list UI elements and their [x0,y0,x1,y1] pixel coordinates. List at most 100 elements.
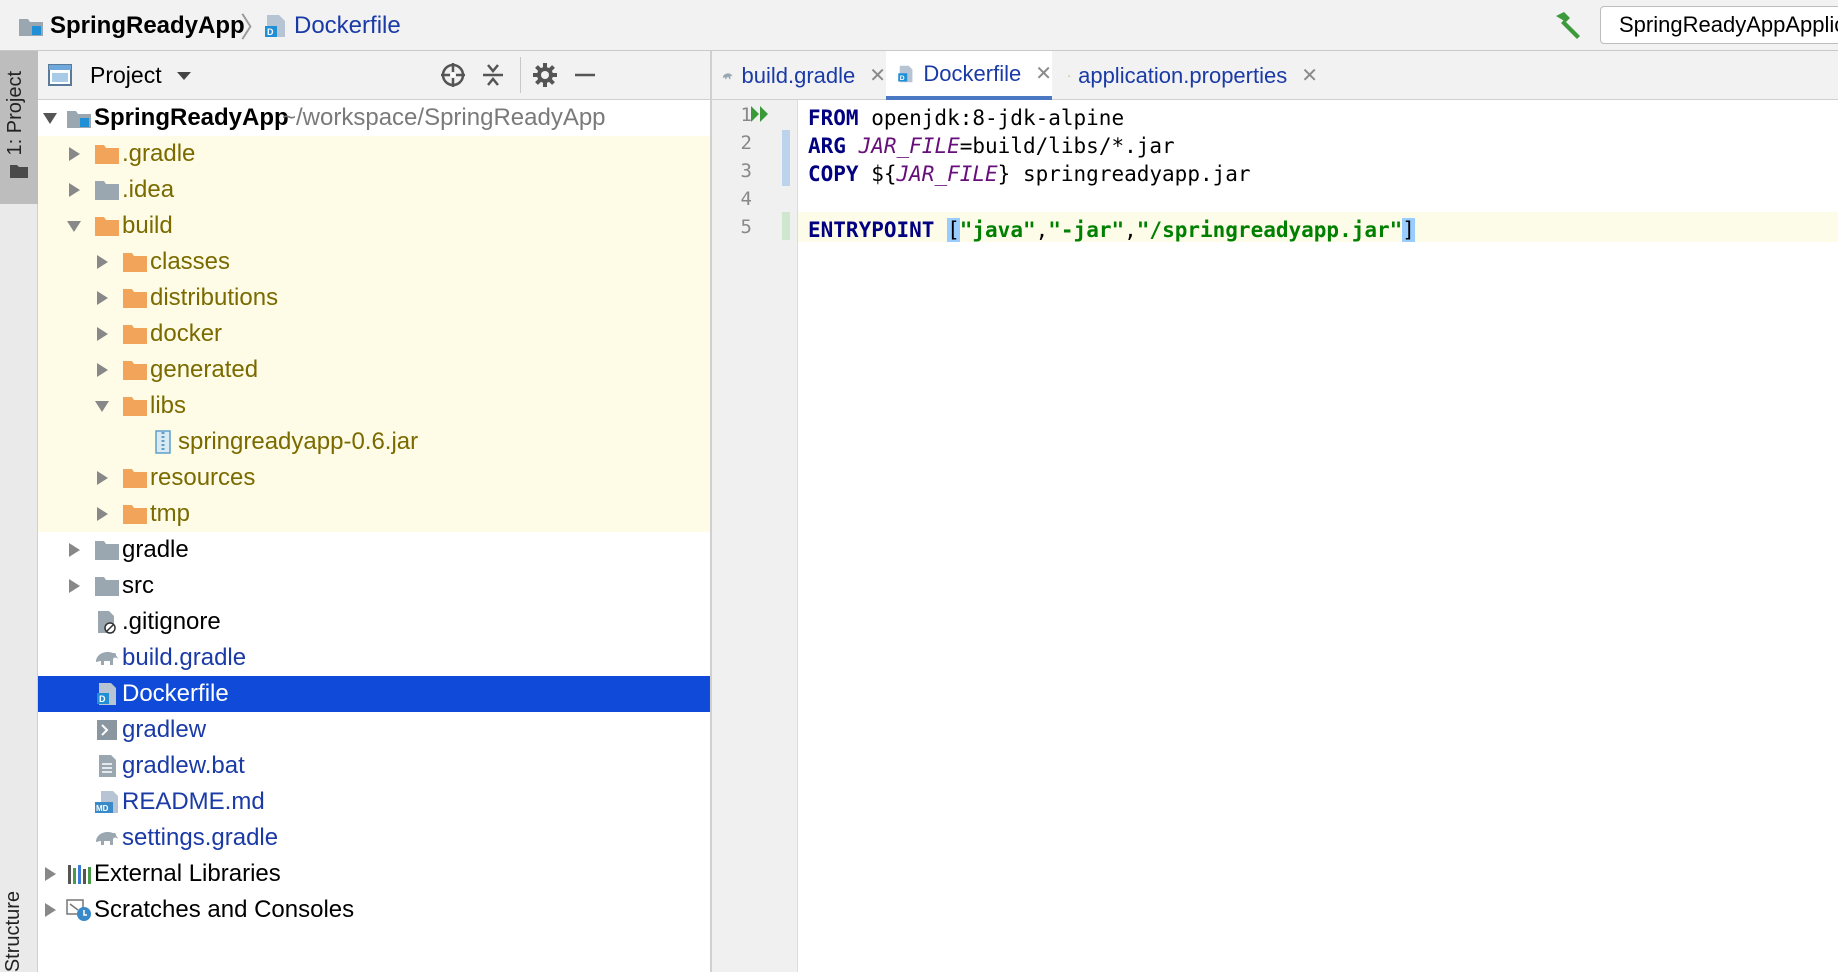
target-icon[interactable] [440,62,466,88]
root-path: ~/workspace/SpringReadyApp [282,104,606,131]
tree-row-classes[interactable]: classes [38,244,710,280]
line-number: 2 [740,132,752,154]
tree-item-label: src [122,572,154,599]
tab-application-properties[interactable]: application.properties ✕ [1058,51,1318,100]
breadcrumb-file[interactable]: D Dockerfile [264,0,401,51]
line-number: 3 [740,160,752,182]
svg-text:MD: MD [96,804,109,813]
keyword: FROM [808,106,859,130]
library-icon [68,865,91,884]
tree-row-build-gradle[interactable]: build.gradle [38,640,710,676]
project-view-selector[interactable]: Project [90,51,192,100]
tree-row-gradle-dir[interactable]: .gradle [38,136,710,172]
build-hammer-icon[interactable] [1550,10,1586,42]
project-tool-window-tab[interactable]: 1: Project [0,51,38,204]
tree-row-src[interactable]: src [38,568,710,604]
structure-tab-label[interactable]: Structure [2,891,25,972]
excluded-folder-icon [123,469,147,488]
code-text: , [1124,218,1137,242]
minimize-icon[interactable] [572,62,598,88]
editor-gutter: 1 2 3 4 5 [712,100,798,972]
bracket-close: ] [1402,218,1415,242]
gradle-elephant-icon [96,832,118,845]
dockerfile-icon: D [97,683,116,705]
tree-item-label: settings.gradle [122,824,279,851]
tree-item-label: gradle [122,536,189,563]
tab-label: build.gradle [741,62,856,88]
folder-icon [95,181,119,200]
excluded-folder-icon [123,289,147,308]
collapsed-arrow-icon [69,579,80,593]
tree-item-label: tmp [150,500,191,527]
gear-icon[interactable] [532,62,558,88]
project-panel-title: Project [90,62,162,88]
chevron-down-icon [176,71,191,80]
shell-script-icon [97,720,117,740]
tree-row-generated[interactable]: generated [38,352,710,388]
tree-item-label: gradlew.bat [122,752,245,779]
tree-item-label: Dockerfile [122,680,229,707]
collapsed-arrow-icon [97,507,108,521]
tab-close-icon[interactable]: ✕ [1035,61,1052,86]
excluded-folder-icon [95,217,119,236]
svg-text:D: D [900,74,905,81]
tree-item-label: resources [150,464,256,491]
tree-row-dockerfile[interactable]: D Dockerfile [38,676,710,712]
markdown-icon: MD [95,791,118,813]
code-editor[interactable]: FROM openjdk:8-jdk-alpine ARG JAR_FILE =b… [798,100,1838,972]
tree-row-tmp[interactable]: tmp [38,496,710,532]
collapse-icon[interactable] [480,62,506,88]
tree-item-label: build.gradle [122,644,247,671]
breadcrumb-project[interactable]: SpringReadyApp [18,0,245,51]
variable: JAR_FILE [896,162,998,186]
run-gutter-icon[interactable] [750,105,770,123]
tree-row-scratches[interactable]: Scratches and Consoles [38,892,710,928]
tab-dockerfile[interactable]: D Dockerfile ✕ [886,51,1052,100]
tree-item-label: distributions [150,284,279,311]
excluded-folder-icon [123,361,147,380]
tree-item-label: README.md [122,788,265,815]
svg-text:D: D [267,27,274,37]
left-tool-stripe: 1: Project Structure [0,51,38,972]
editor-tabs: build.gradle ✕ D Dockerfile ✕ applicatio… [712,51,1838,100]
tree-row-build[interactable]: build [38,208,710,244]
tree-row-gradlew[interactable]: gradlew [38,712,710,748]
tree-row-settings-gradle[interactable]: settings.gradle [38,820,710,856]
code-text: ${ [858,162,897,186]
tree-row-gradlew-bat[interactable]: gradlew.bat [38,748,710,784]
code-text: , [1035,218,1049,242]
collapsed-arrow-icon [97,327,108,341]
tree-row-jar[interactable]: springreadyapp-0.6.jar [38,424,710,460]
gradle-elephant-icon [96,652,118,665]
collapsed-arrow-icon [97,255,108,269]
tree-item-label: External Libraries [94,860,281,887]
tree-row-readme[interactable]: MD README.md [38,784,710,820]
keyword: ENTRYPOINT [808,218,935,242]
root-name: SpringReadyApp [94,104,289,131]
tree-row-gradle-folder[interactable]: gradle [38,532,710,568]
tree-row-idea[interactable]: .idea [38,172,710,208]
tree-row-distributions[interactable]: distributions [38,280,710,316]
breadcrumb-project-label: SpringReadyApp [50,11,245,39]
tree-row-external-libraries[interactable]: External Libraries [38,856,710,892]
run-configuration-label: SpringReadyAppApplication [1619,12,1838,37]
tree-item-label: .gradle [122,140,196,167]
tree-row-root[interactable]: SpringReadyApp ~/workspace/SpringReadyAp… [38,100,710,136]
run-configuration-selector[interactable]: SpringReadyAppApplication [1600,6,1838,44]
tree-row-docker[interactable]: docker [38,316,710,352]
tab-close-icon[interactable]: ✕ [869,63,886,88]
collapsed-arrow-icon [45,903,56,917]
tab-close-icon[interactable]: ✕ [1301,63,1318,88]
project-module-icon [67,111,91,128]
tree-item-label: libs [150,392,187,419]
change-marker [782,212,790,240]
tab-build-gradle[interactable]: build.gradle ✕ [712,51,886,100]
tree-row-libs[interactable]: libs [38,388,710,424]
tree-row-resources[interactable]: resources [38,460,710,496]
tree-item-label: build [122,212,173,239]
tree-row-gitignore[interactable]: .gitignore [38,604,710,640]
tree-item-label: generated [150,356,259,383]
tree-item-label: gradlew [122,716,207,743]
bracket-open: [ [947,218,960,242]
collapsed-arrow-icon [97,471,108,485]
